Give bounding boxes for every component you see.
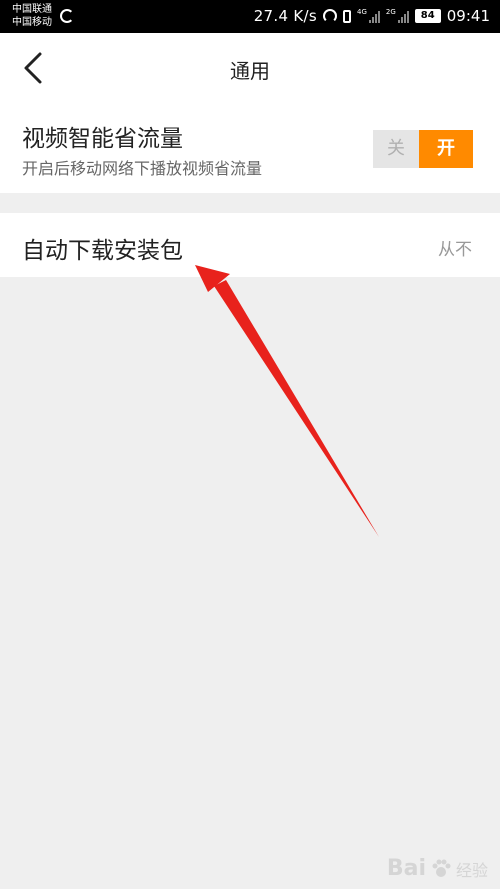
loading-icon — [60, 9, 74, 23]
status-bar: 中国联通 中国移动 27.4 K/s 4G 2G 84 09:41 — [0, 0, 500, 33]
arrow-shaft — [214, 280, 379, 537]
carrier-2: 中国移动 — [12, 17, 52, 28]
watermark: Bai 经验 — [387, 856, 488, 881]
network-speed: 27.4 K/s — [253, 7, 317, 25]
page-title: 通用 — [230, 59, 270, 83]
status-indicators: 27.4 K/s 4G 2G 84 09:41 — [254, 7, 490, 25]
vibrate-icon — [342, 9, 351, 23]
watermark-brand: Bai — [386, 856, 426, 881]
carrier-1: 中国联通 — [12, 4, 52, 15]
toggle-on-option[interactable]: 开 — [419, 130, 473, 168]
watermark-sub: 经验 — [455, 860, 488, 880]
toggle-off-option[interactable]: 关 — [373, 130, 419, 168]
signal-4g-icon: 4G — [357, 9, 380, 23]
auto-download-title: 自动下载安装包 — [22, 238, 183, 264]
setting-row-auto-download[interactable]: 自动下载安装包 从不 — [0, 213, 500, 277]
carrier-info: 中国联通 中国移动 — [12, 3, 52, 29]
signal-2g-icon: 2G — [386, 9, 409, 23]
clock: 09:41 — [446, 7, 490, 25]
paw-icon — [432, 859, 451, 877]
setting-row-smart-traffic: 视频智能省流量 开启后移动网络下播放视频省流量 关 开 — [0, 103, 500, 193]
battery-icon: 84 — [414, 9, 441, 23]
smart-traffic-title: 视频智能省流量 — [22, 126, 183, 152]
hotspot-icon — [322, 9, 337, 23]
auto-download-value[interactable]: 从不 — [438, 235, 472, 260]
header-bar: 通用 — [0, 33, 500, 103]
signal-2g-label: 2G — [385, 8, 396, 16]
smart-traffic-toggle[interactable]: 关 开 — [373, 130, 473, 168]
signal-4g-label: 4G — [356, 8, 367, 16]
smart-traffic-description: 开启后移动网络下播放视频省流量 — [22, 159, 263, 178]
